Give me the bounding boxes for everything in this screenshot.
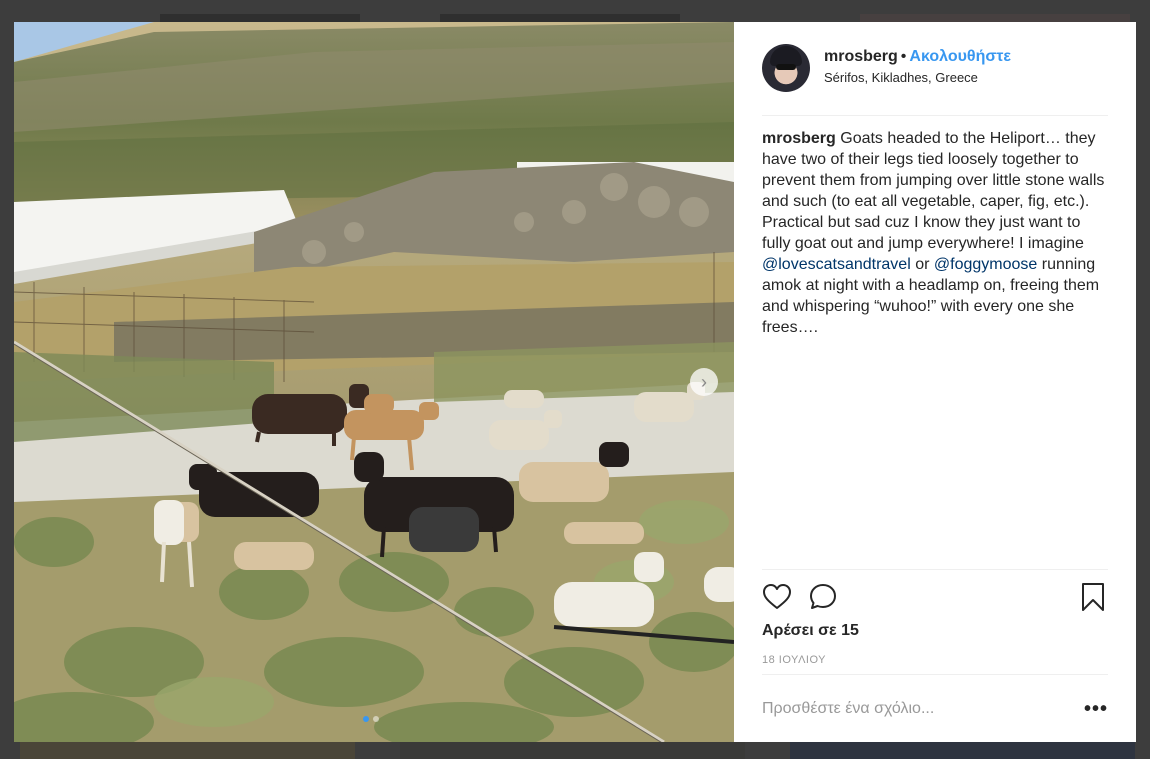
caption-username-link[interactable]: mrosberg: [762, 130, 836, 147]
location-link[interactable]: Sérifos, Kikladhes, Greece: [824, 70, 1011, 85]
avatar-sunglasses: [776, 64, 796, 70]
background-thumbnail: [790, 742, 1135, 759]
caption-text: or: [910, 256, 934, 273]
username-link[interactable]: mrosberg: [824, 48, 898, 65]
more-options-icon[interactable]: •••: [1084, 699, 1108, 719]
bookmark-icon: [1082, 583, 1104, 611]
avatar[interactable]: [762, 44, 810, 92]
post-sidebar: mrosberg • Ακολουθήστε Sérifos, Kikladhes,…: [734, 22, 1136, 742]
post-modal: › mrosberg • Ακολουθήστε Sérifos, Kikladhe…: [14, 22, 1136, 742]
mention-link[interactable]: @lovescatsandtravel: [762, 256, 911, 273]
post-caption: mrosberg Goats headed to the Heliport… t…: [762, 128, 1110, 338]
header-text: mrosberg • Ακολουθήστε Sérifos, Kikladhes,…: [824, 48, 1011, 85]
likes-count[interactable]: Αρέσει σε 15: [762, 622, 859, 640]
comment-button[interactable]: [808, 582, 838, 612]
avatar-hair: [770, 46, 802, 66]
post-header: mrosberg • Ακολουθήστε Sérifos, Kikladhes,…: [762, 42, 1108, 116]
carousel-dot-active: [363, 716, 369, 722]
caption-text: Goats headed to the Heliport… they have …: [762, 130, 1105, 252]
separator-dot: •: [900, 48, 907, 65]
comment-bubble-icon: [810, 584, 836, 609]
mention-link[interactable]: @foggymoose: [934, 256, 1037, 273]
carousel-dot: [373, 716, 379, 722]
action-bar: [762, 569, 1108, 630]
chevron-right-icon: ›: [701, 372, 707, 392]
comment-input[interactable]: [762, 700, 1084, 718]
background-thumbnail: [20, 742, 355, 759]
goats-on-hillside-photo: [14, 22, 734, 742]
header-line: mrosberg • Ακολουθήστε: [824, 48, 1011, 66]
comment-bar: •••: [762, 674, 1108, 743]
save-button[interactable]: [1078, 582, 1108, 612]
next-photo-button[interactable]: ›: [690, 368, 718, 396]
carousel-indicator: [363, 716, 379, 722]
background-thumbnail: [400, 742, 745, 759]
post-date: 18 ΙΟΥΛΙΟΥ: [762, 654, 827, 666]
like-button[interactable]: [762, 582, 792, 612]
heart-icon: [763, 584, 791, 609]
post-photo[interactable]: ›: [14, 22, 734, 742]
follow-button[interactable]: Ακολουθήστε: [909, 48, 1011, 65]
